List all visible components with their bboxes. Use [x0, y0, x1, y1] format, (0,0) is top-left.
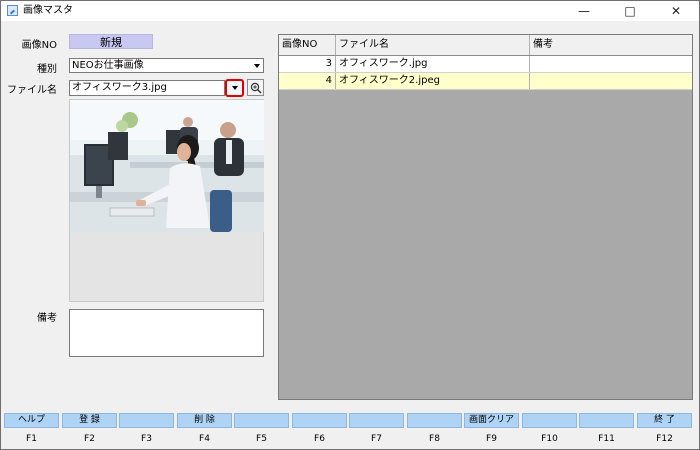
window-title: 画像マスタ: [23, 5, 73, 16]
zoom-in-icon: [250, 82, 262, 94]
f6-button[interactable]: [292, 413, 347, 428]
cell-filename: オフィスワーク.jpg: [336, 56, 530, 72]
grid-header: 画像NO ファイル名 備考: [279, 35, 692, 56]
chevron-down-icon: [232, 86, 238, 90]
f1-key-label: F1: [26, 434, 37, 444]
f9-key-label: F9: [486, 434, 497, 444]
filename-select[interactable]: オフィスワーク3.jpg: [69, 80, 225, 96]
close-button[interactable]: ✕: [653, 1, 699, 21]
type-select[interactable]: NEOお仕事画像: [69, 58, 264, 73]
function-key-bar: ヘルプ F1 登 録 F2 F3 削 除 F4 F5 F6 F7 F8 画面クリ…: [1, 413, 699, 449]
f8-button[interactable]: [407, 413, 462, 428]
f4-key-label: F4: [199, 434, 210, 444]
notes-textarea[interactable]: [69, 309, 264, 357]
f12-exit-button[interactable]: 終 了: [637, 413, 692, 428]
image-no-label: 画像NO: [21, 40, 57, 51]
f12-key-label: F12: [656, 434, 673, 444]
title-bar: 画像マスタ — □ ✕: [1, 1, 699, 21]
f5-button[interactable]: [234, 413, 289, 428]
f3-key-label: F3: [141, 434, 152, 444]
image-list-grid: 画像NO ファイル名 備考 3 オフィスワーク.jpg 4 オフィスワーク2.j…: [278, 34, 693, 400]
f10-button[interactable]: [522, 413, 577, 428]
f3-button[interactable]: [119, 413, 174, 428]
table-row-selected[interactable]: 4 オフィスワーク2.jpeg: [279, 73, 692, 90]
f5-key-label: F5: [256, 434, 267, 444]
column-header-image-no[interactable]: 画像NO: [279, 35, 336, 55]
cell-notes: [530, 56, 692, 72]
f2-key-label: F2: [84, 434, 95, 444]
table-row[interactable]: 3 オフィスワーク.jpg: [279, 56, 692, 73]
column-header-filename[interactable]: ファイル名: [336, 35, 530, 55]
maximize-button[interactable]: □: [607, 1, 653, 21]
f4-delete-button[interactable]: 削 除: [177, 413, 232, 428]
f1-help-button[interactable]: ヘルプ: [4, 413, 59, 428]
app-icon: [7, 5, 18, 16]
f8-key-label: F8: [429, 434, 440, 444]
type-label: 種別: [37, 64, 57, 75]
cell-image-no: 4: [279, 73, 336, 89]
f11-key-label: F11: [598, 434, 615, 444]
zoom-button[interactable]: [247, 79, 264, 96]
cell-image-no: 3: [279, 56, 336, 72]
image-no-value: 新規: [69, 34, 153, 49]
filename-select-value: オフィスワーク3.jpg: [72, 82, 167, 93]
notes-label: 備考: [37, 313, 57, 324]
image-preview: [70, 100, 264, 232]
f11-button[interactable]: [579, 413, 634, 428]
main-window: 画像マスタ — □ ✕ 画像NO 新規 種別 NEOお仕事画像 ファイル名 オフ…: [0, 0, 700, 450]
f9-clear-screen-button[interactable]: 画面クリア: [464, 413, 519, 428]
chevron-down-icon[interactable]: [251, 60, 262, 71]
f6-key-label: F6: [314, 434, 325, 444]
f2-register-button[interactable]: 登 録: [62, 413, 117, 428]
f7-button[interactable]: [349, 413, 404, 428]
f10-key-label: F10: [541, 434, 558, 444]
cell-notes: [530, 73, 692, 89]
f7-key-label: F7: [371, 434, 382, 444]
filename-label: ファイル名: [7, 85, 57, 96]
cell-filename: オフィスワーク2.jpeg: [336, 73, 530, 89]
filename-dropdown-button[interactable]: [225, 79, 244, 97]
type-select-value: NEOお仕事画像: [72, 60, 144, 71]
image-preview-panel: [69, 99, 264, 302]
column-header-notes[interactable]: 備考: [530, 35, 692, 55]
minimize-button[interactable]: —: [561, 1, 607, 21]
